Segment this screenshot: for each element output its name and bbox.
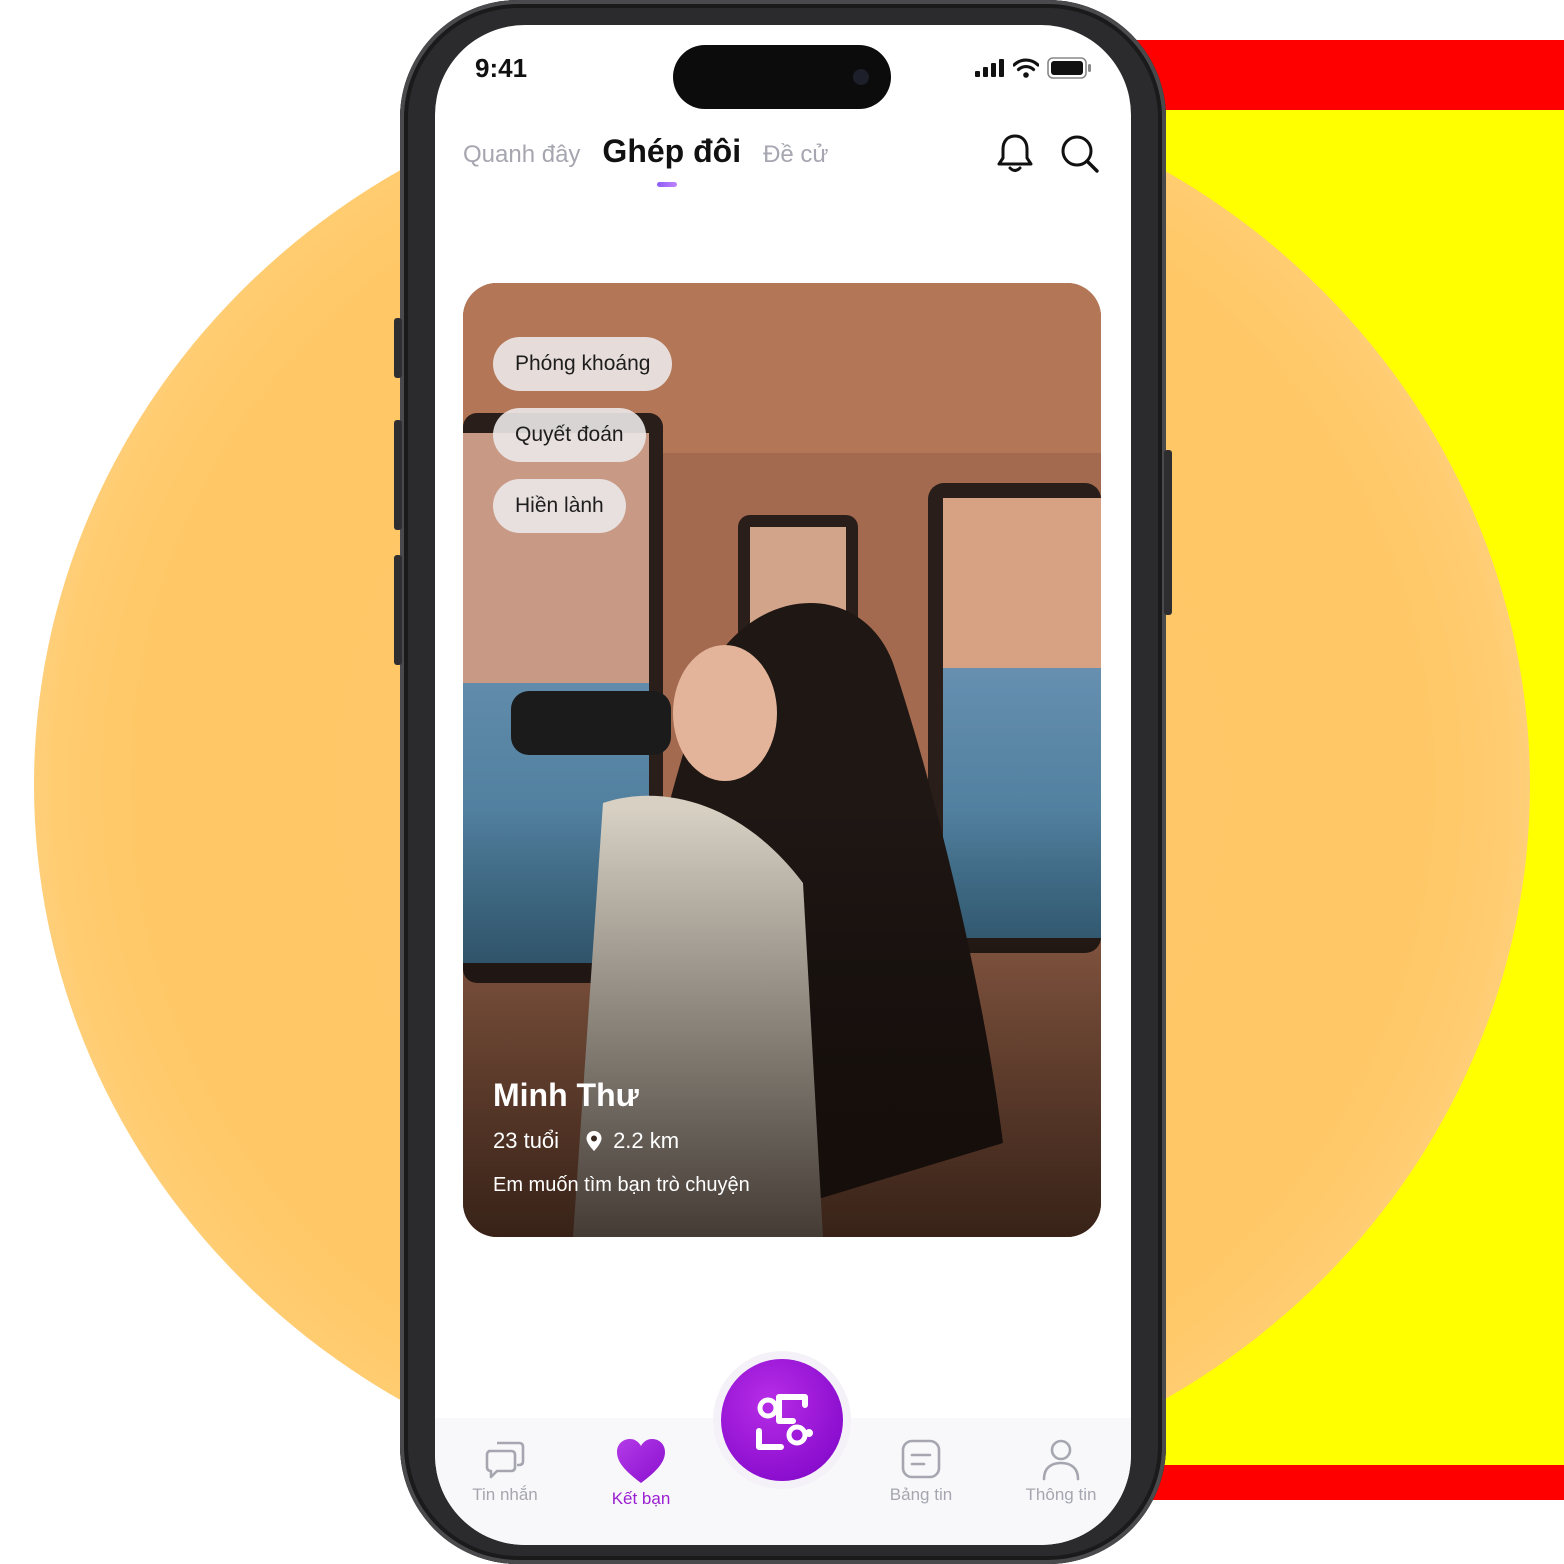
trait-tag: Hiền lành xyxy=(493,479,626,533)
nav-item-tin-nhan[interactable]: Tin nhắn xyxy=(435,1437,575,1505)
battery-icon xyxy=(1047,57,1091,79)
wifi-icon xyxy=(1013,58,1039,78)
phone-screen: 9:41 Quanh đây Ghép đôi Đề cử Phóng khoá… xyxy=(435,25,1131,1545)
trait-tag: Quyết đoán xyxy=(493,408,646,462)
chat-icon xyxy=(485,1441,525,1479)
dynamic-island xyxy=(673,45,891,109)
nav-item-ket-ban[interactable]: Kết bạn xyxy=(571,1437,711,1509)
nav-item-bang-tin[interactable]: Bảng tin xyxy=(851,1437,991,1505)
nav-label: Kết bạn xyxy=(611,1489,671,1508)
match-icon xyxy=(756,1394,813,1450)
profile-meta: 23 tuổi 2.2 km xyxy=(493,1128,750,1154)
phone-power-button xyxy=(1164,450,1172,615)
profile-info: Minh Thư 23 tuổi 2.2 km Em muốn tìm bạn … xyxy=(493,1077,750,1197)
tab-quanh-day[interactable]: Quanh đây xyxy=(463,141,580,169)
tab-ghep-doi[interactable]: Ghép đôi xyxy=(602,133,741,170)
user-icon xyxy=(1042,1439,1080,1481)
status-icons xyxy=(975,57,1091,79)
camera-icon xyxy=(853,69,869,85)
status-time: 9:41 xyxy=(475,53,528,83)
feed-icon xyxy=(901,1439,941,1479)
profile-bio: Em muốn tìm bạn trò chuyện xyxy=(493,1174,750,1196)
top-tabs: Quanh đây Ghép đôi Đề cử xyxy=(463,133,829,170)
signal-icon xyxy=(975,59,1004,77)
nav-label: Bảng tin xyxy=(889,1485,953,1504)
nav-label: Tin nhắn xyxy=(472,1485,538,1504)
bell-icon[interactable] xyxy=(993,131,1037,175)
phone-side-button xyxy=(394,318,402,378)
nav-label: Thông tin xyxy=(1025,1485,1097,1504)
phone-volume-up-button xyxy=(394,420,402,530)
active-tab-indicator xyxy=(657,182,677,187)
profile-distance: 2.2 km xyxy=(613,1128,680,1153)
profile-age: 23 tuổi xyxy=(493,1128,560,1153)
tab-de-cu[interactable]: Đề cử xyxy=(763,141,828,169)
phone-volume-down-button xyxy=(394,555,402,665)
heart-icon xyxy=(617,1439,665,1483)
profile-card[interactable]: Phóng khoáng Quyết đoán Hiền lành Minh T… xyxy=(463,283,1101,1237)
nav-item-thong-tin[interactable]: Thông tin xyxy=(991,1437,1131,1505)
profile-name: Minh Thư xyxy=(493,1077,639,1113)
search-icon[interactable] xyxy=(1057,131,1101,175)
location-pin-icon xyxy=(586,1131,602,1151)
match-button[interactable] xyxy=(721,1359,843,1481)
trait-tag: Phóng khoáng xyxy=(493,337,673,391)
